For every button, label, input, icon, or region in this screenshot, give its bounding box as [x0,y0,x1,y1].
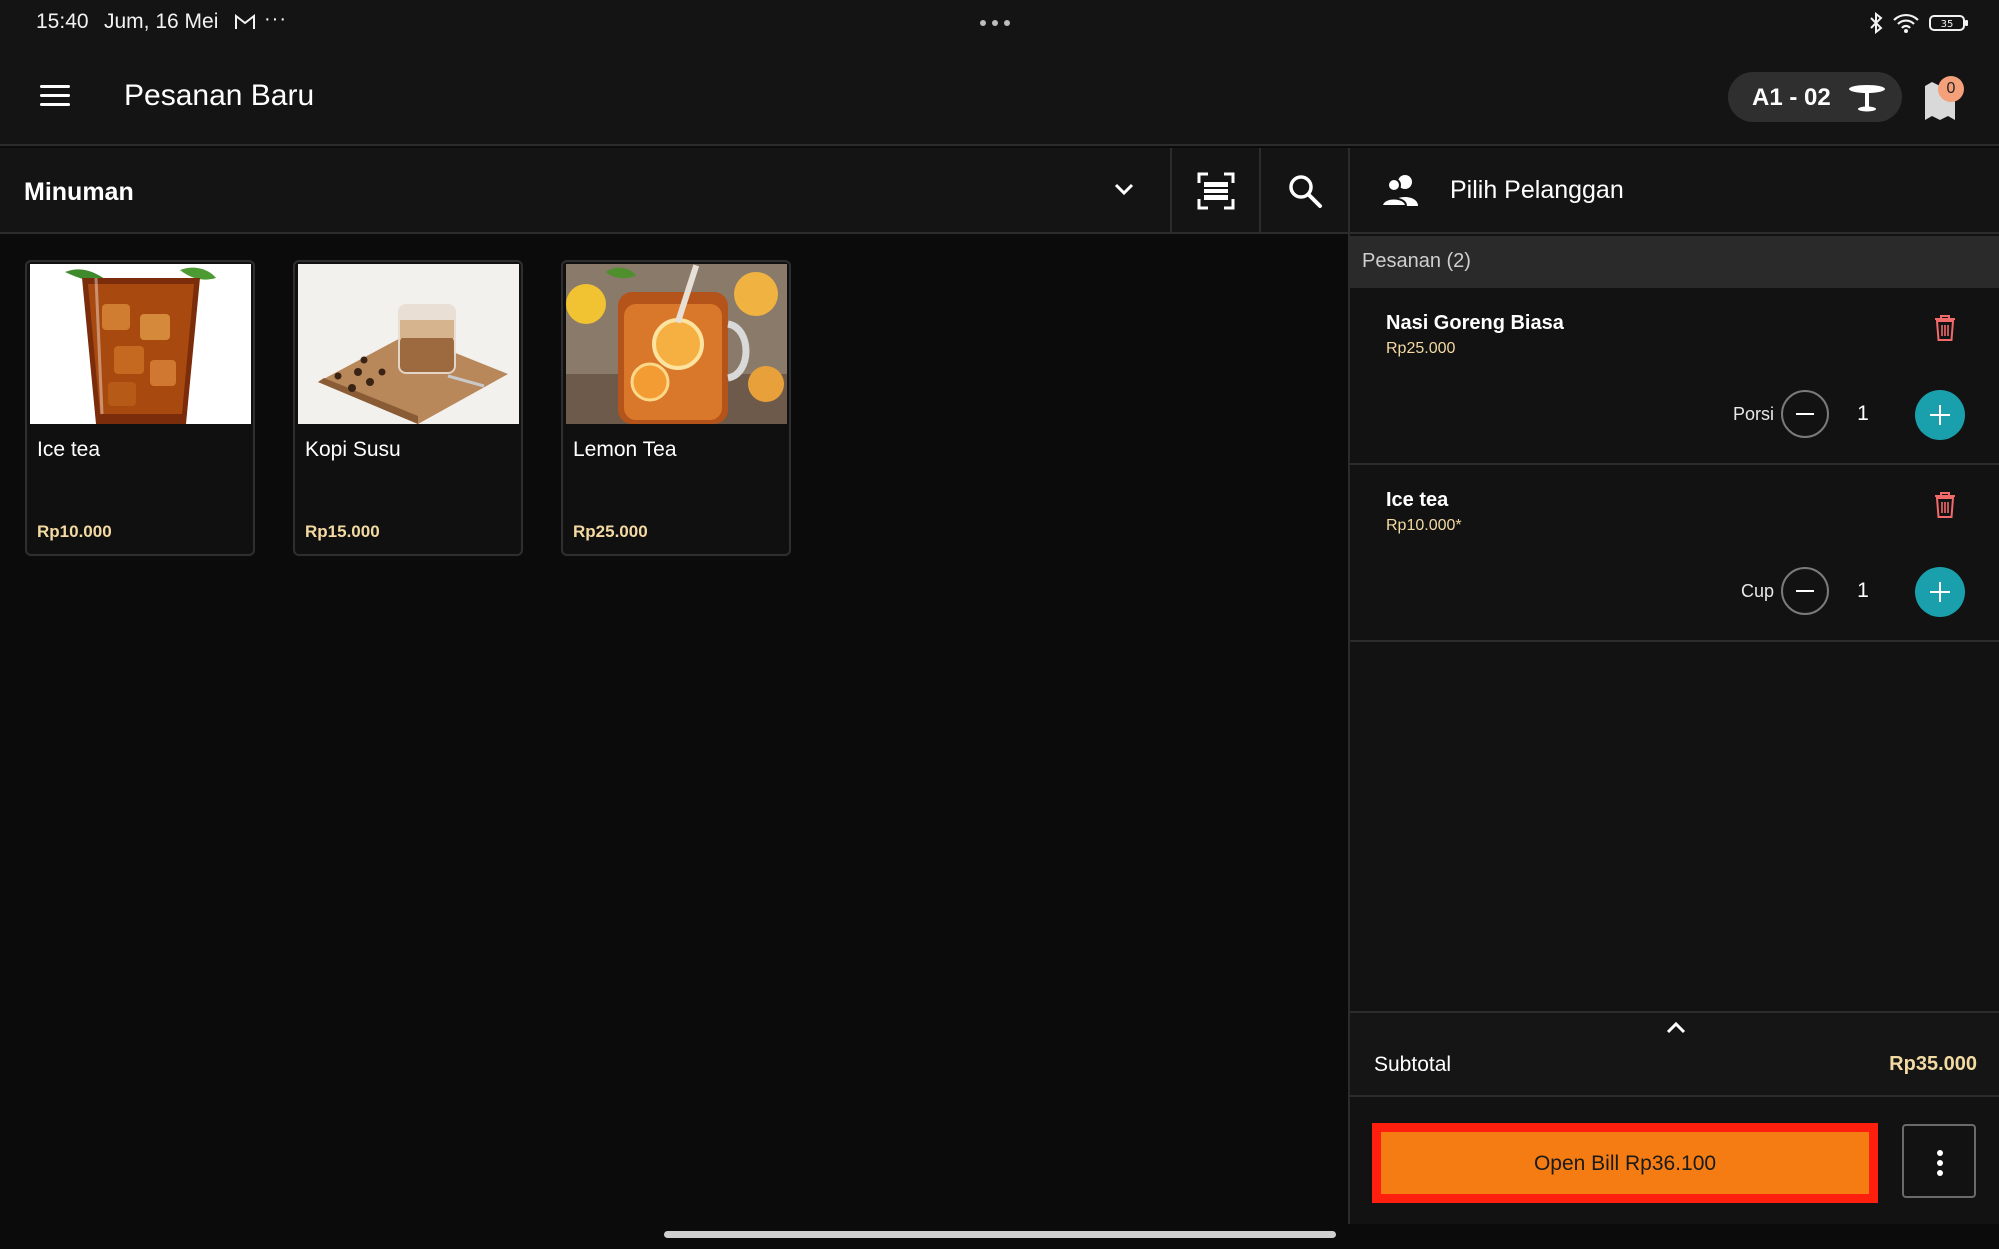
order-count-label: Pesanan (2) [1362,250,1471,272]
notification-badge: 0 [1938,76,1964,102]
status-more-icon: ··· [264,8,287,30]
unit-label: Cup [1740,581,1774,601]
wifi-icon [1893,13,1919,33]
bluetooth-icon [1870,12,1883,34]
product-price: Rp25.000 [573,522,648,541]
order-panel: Pilih Pelanggan Pesanan (2) Nasi Goreng … [1348,148,1999,1224]
open-bill-label: Open Bill Rp36.100 [1533,1152,1717,1175]
gmail-icon [235,13,255,29]
item-price: Rp10.000* [1386,517,1462,534]
open-bill-button[interactable]: Open Bill Rp36.100 [1372,1123,1878,1203]
kopi-susu-image [298,264,519,424]
decrease-qty-button[interactable] [1781,567,1829,615]
status-date: Jum, 16 Mei [104,10,219,33]
table-label: A1 - 02 [1752,84,1831,111]
increase-qty-button[interactable] [1915,390,1965,440]
svg-text:35: 35 [1941,19,1954,30]
decrease-qty-button[interactable] [1781,390,1829,438]
battery-icon: 35 [1929,15,1968,31]
subtotal-section: Subtotal Rp35.000 [1350,1011,1999,1097]
trash-icon[interactable] [1933,314,1957,342]
quantity-value: 1 [1857,579,1869,602]
app-bar: Pesanan Baru A1 - 02 0 [0,46,1999,146]
status-time: 15:40 [36,10,89,33]
item-name[interactable]: Nasi Goreng Biasa [1386,312,1564,335]
multitask-dots-icon[interactable] [980,20,1020,26]
ice-tea-image [30,264,251,424]
subtotal-label: Subtotal [1374,1053,1452,1076]
select-customer-button[interactable]: Pilih Pelanggan [1350,148,1999,234]
unit-label: Porsi [1732,404,1774,424]
chevron-up-icon[interactable] [1666,1021,1686,1035]
item-price: Rp25.000 [1386,340,1456,357]
filter-bar: Minuman [0,148,1348,234]
order-item: Ice tea Rp10.000* Cup 1 [1350,465,1999,642]
subtotal-value: Rp35.000 [1889,1053,1977,1075]
category-dropdown[interactable]: Minuman [0,148,1170,234]
status-bar: 15:40 Jum, 16 Mei ··· 35 [0,0,1999,46]
product-card-ice-tea[interactable]: Ice tea Rp10.000 [25,260,255,556]
table-icon [1849,85,1885,112]
page-title: Pesanan Baru [124,79,315,112]
trash-icon[interactable] [1933,491,1957,519]
hamburger-menu-icon[interactable] [38,82,74,110]
order-list-header: Pesanan (2) [1350,236,1999,288]
status-indicators: 35 [1869,10,1969,36]
category-label: Minuman [24,178,134,206]
increase-qty-button[interactable] [1915,567,1965,617]
order-item: Nasi Goreng Biasa Rp25.000 Porsi 1 [1350,288,1999,465]
product-price: Rp15.000 [305,522,380,541]
product-name: Kopi Susu [305,438,401,461]
barcode-scan-icon [1197,172,1235,210]
product-price: Rp10.000 [37,522,112,541]
product-card-lemon-tea[interactable]: Lemon Tea Rp25.000 [561,260,791,556]
lemon-tea-image [566,264,787,424]
home-gesture-handle[interactable] [664,1231,1336,1238]
users-icon [1380,175,1418,207]
search-icon [1289,175,1322,208]
item-name[interactable]: Ice tea [1386,489,1448,512]
quantity-value: 1 [1857,402,1869,425]
chevron-down-icon [1114,183,1134,196]
more-options-icon[interactable] [1902,1124,1976,1198]
barcode-scan-button[interactable] [1170,148,1259,234]
product-name: Lemon Tea [573,438,677,461]
table-selector-button[interactable]: A1 - 02 [1728,72,1902,122]
customer-label: Pilih Pelanggan [1450,176,1624,204]
product-name: Ice tea [37,438,101,461]
search-button[interactable] [1259,148,1348,234]
product-card-kopi-susu[interactable]: Kopi Susu Rp15.000 [293,260,523,556]
